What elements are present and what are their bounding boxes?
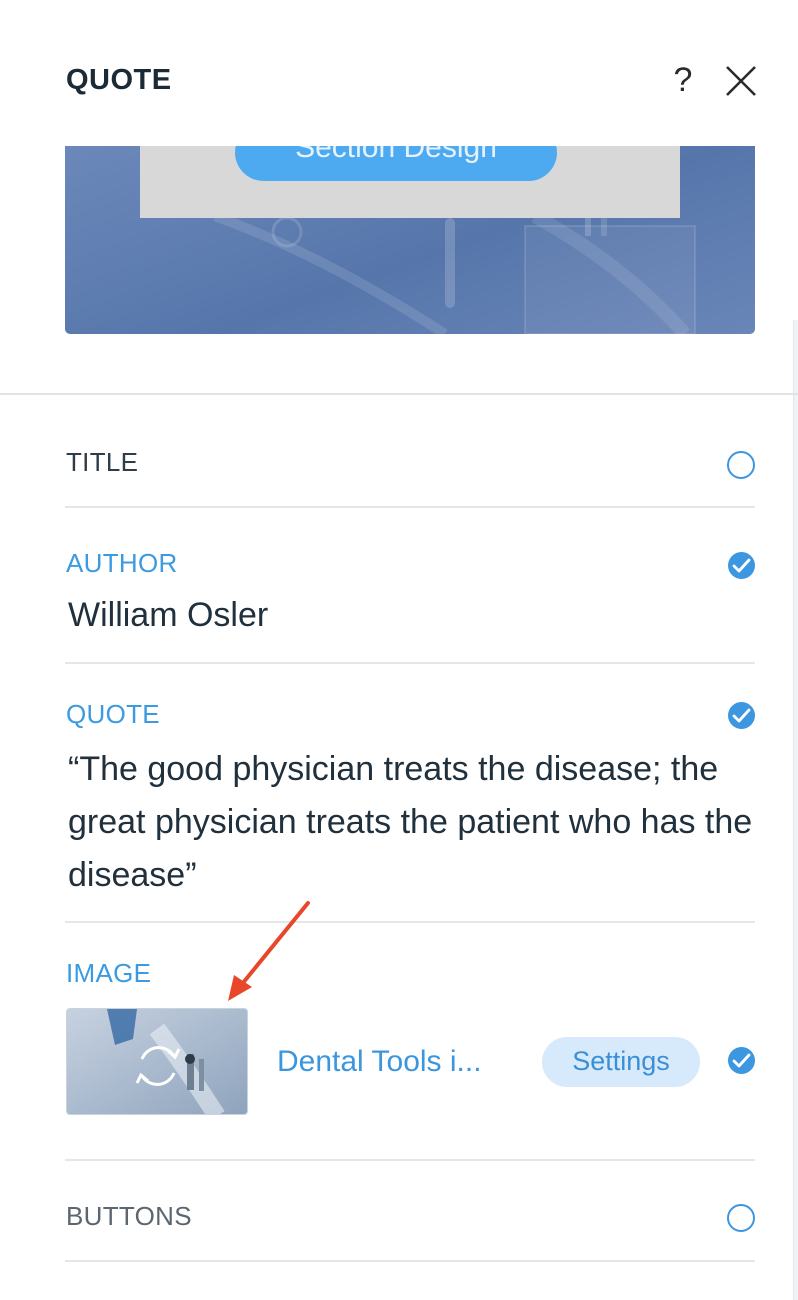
- quote-toggle-checkbox[interactable]: [728, 702, 755, 729]
- close-button[interactable]: [724, 64, 758, 98]
- section-label-quote: QUOTE: [66, 699, 160, 729]
- checkmark-icon: [732, 1053, 751, 1068]
- section-label-title: TITLE: [66, 447, 139, 477]
- checkmark-icon: [732, 558, 751, 573]
- divider: [65, 506, 755, 508]
- image-thumbnail[interactable]: [66, 1008, 248, 1115]
- question-icon: ?: [673, 61, 693, 99]
- replace-image-icon: [135, 1046, 181, 1086]
- section-label-buttons: BUTTONS: [66, 1201, 192, 1231]
- divider: [65, 1159, 755, 1161]
- preview-card: Section Design: [140, 146, 680, 218]
- section-label-author: AUTHOR: [66, 548, 178, 578]
- author-value[interactable]: William Osler: [68, 596, 268, 635]
- quote-value[interactable]: “The good physician treats the disease; …: [68, 743, 758, 902]
- buttons-toggle-checkbox[interactable]: [727, 1204, 755, 1232]
- image-settings-button[interactable]: Settings: [542, 1037, 700, 1087]
- image-file-name[interactable]: Dental Tools i...: [277, 1045, 482, 1079]
- design-preview[interactable]: Section Design: [65, 146, 755, 334]
- scroll-track[interactable]: [793, 320, 798, 1300]
- annotation-arrow-icon: [228, 901, 310, 1001]
- divider: [65, 1260, 755, 1262]
- image-toggle-checkbox[interactable]: [728, 1047, 755, 1074]
- section-label-image: IMAGE: [66, 958, 152, 988]
- preview-button: Section Design: [235, 146, 557, 181]
- author-toggle-checkbox[interactable]: [728, 552, 755, 579]
- divider: [0, 393, 798, 395]
- checkmark-icon: [732, 708, 751, 723]
- close-icon: [726, 66, 756, 96]
- divider: [65, 921, 755, 923]
- help-button[interactable]: ?: [668, 60, 698, 100]
- title-toggle-checkbox[interactable]: [727, 451, 755, 479]
- panel-title: QUOTE: [66, 64, 172, 96]
- divider: [65, 662, 755, 664]
